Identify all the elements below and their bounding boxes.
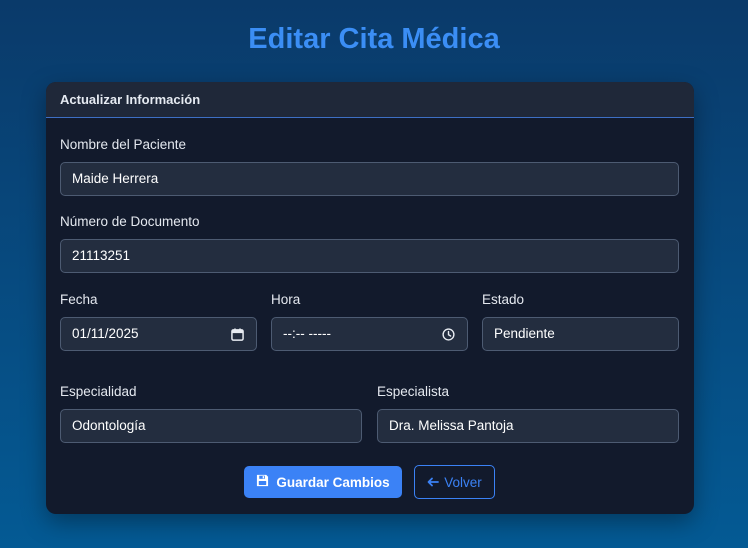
- specialist-label: Especialista: [377, 384, 450, 399]
- time-label: Hora: [271, 292, 301, 307]
- edit-appointment-card: Actualizar Información Nombre del Pacien…: [46, 82, 694, 514]
- document-number-value: 21113251: [72, 248, 131, 263]
- date-input[interactable]: 01/11/2025: [60, 317, 257, 351]
- specialist-value: Dra. Melissa Pantoja: [389, 418, 514, 433]
- status-value: Pendiente: [494, 326, 555, 341]
- card-header: Actualizar Información: [46, 82, 694, 118]
- patient-name-value: Maide Herrera: [72, 171, 159, 186]
- specialist-input[interactable]: Dra. Melissa Pantoja: [377, 409, 679, 443]
- patient-name-input[interactable]: Maide Herrera: [60, 162, 679, 196]
- arrow-left-icon: [427, 475, 440, 490]
- date-label: Fecha: [60, 292, 98, 307]
- specialty-label: Especialidad: [60, 384, 137, 399]
- save-changes-label: Guardar Cambios: [276, 474, 390, 490]
- page-title: Editar Cita Médica: [248, 23, 500, 55]
- patient-name-label: Nombre del Paciente: [60, 137, 187, 152]
- specialty-value: Odontología: [72, 418, 146, 433]
- time-value: --:-- -----: [283, 326, 331, 341]
- status-input[interactable]: Pendiente: [482, 317, 679, 351]
- status-label: Estado: [482, 292, 525, 307]
- back-button[interactable]: Volver: [414, 465, 495, 499]
- document-number-label: Número de Documento: [60, 214, 200, 229]
- document-number-input[interactable]: 21113251: [60, 239, 679, 273]
- back-label: Volver: [444, 474, 482, 490]
- floppy-disk-icon: [256, 474, 269, 490]
- date-value: 01/11/2025: [72, 326, 139, 341]
- calendar-icon[interactable]: [231, 318, 244, 350]
- clock-icon[interactable]: [442, 318, 455, 350]
- time-input[interactable]: --:-- -----: [271, 317, 468, 351]
- specialty-input[interactable]: Odontología: [60, 409, 362, 443]
- save-changes-button[interactable]: Guardar Cambios: [244, 466, 402, 498]
